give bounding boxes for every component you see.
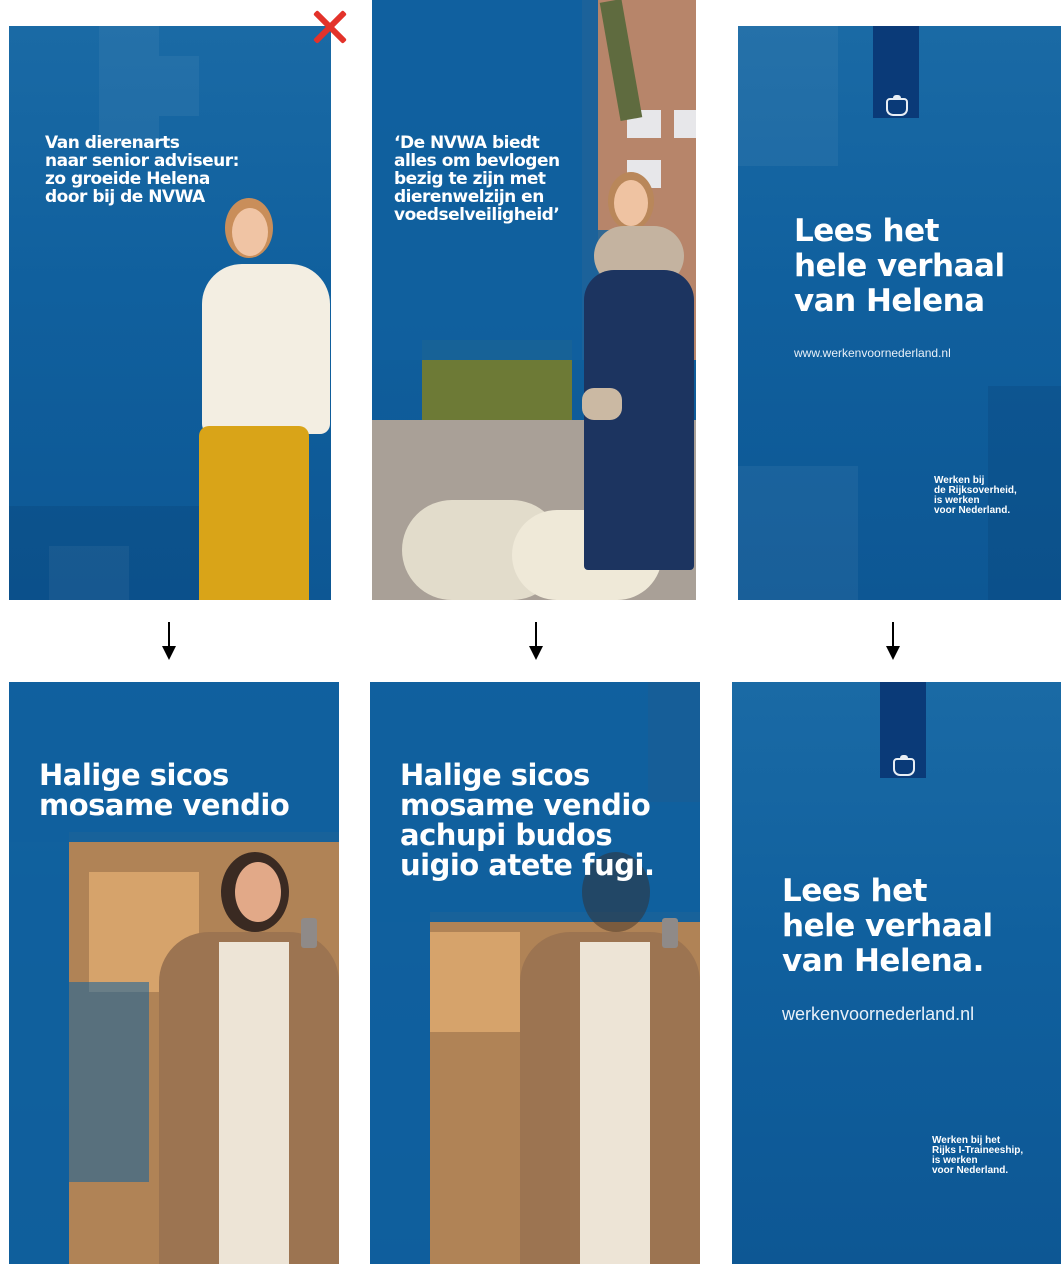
panel-4-placeholder-short: Halige sicos mosame vendio: [9, 682, 339, 1264]
rijks-crest-icon: [893, 755, 915, 776]
bg-block: [738, 466, 858, 600]
panel-1-nvwa-intro: Van dierenarts naar senior adviseur: zo …: [9, 26, 331, 600]
person-photo-blouse: [580, 942, 650, 1264]
person-photo-cuff: [582, 388, 622, 420]
panel-2-headline: ‘De NVWA biedt alles om bevlogen bezig t…: [394, 133, 560, 225]
bg-block: [159, 56, 199, 116]
person-photo-blouse: [219, 942, 289, 1264]
person-photo-phone: [662, 918, 678, 948]
reject-x-mark-icon: [310, 6, 350, 46]
photo-window: [674, 110, 696, 138]
person-photo-coat: [584, 270, 694, 570]
panel-3-tagline: Werken bij de Rijksoverheid, is werken v…: [934, 475, 1017, 516]
blue-overlay: [9, 842, 69, 1264]
person-photo-blouse: [202, 264, 330, 434]
arrow-down-icon: [156, 622, 182, 662]
panel-6-headline: Lees het hele verhaal van Helena.: [782, 873, 993, 979]
person-photo-face: [235, 862, 281, 922]
person-photo-trousers: [199, 426, 309, 600]
rijks-crest-icon: [886, 95, 908, 116]
blue-overlay: [370, 922, 430, 1264]
photo-window-glow: [430, 932, 520, 1032]
bg-block: [49, 546, 129, 600]
blue-overlay: [69, 982, 149, 1182]
panel-2-nvwa-quote: ‘De NVWA biedt alles om bevlogen bezig t…: [372, 0, 696, 600]
person-photo-phone: [301, 918, 317, 948]
panel-5-placeholder-long: Halige sicos mosame vendio achupi budos …: [370, 682, 700, 1264]
bg-block: [738, 26, 838, 166]
panel-5-headline: Halige sicos mosame vendio achupi budos …: [400, 758, 655, 882]
panel-3-url: www.werkenvoornederland.nl: [794, 346, 951, 360]
arrow-down-icon: [523, 622, 549, 662]
person-photo-face: [614, 180, 648, 226]
bg-block: [99, 26, 159, 146]
panel-6-tagline: Werken bij het Rijks I-Traineeship, is w…: [932, 1135, 1024, 1176]
panel-6-url: werkenvoornederland.nl: [782, 1004, 975, 1024]
arrow-down-icon: [880, 622, 906, 662]
panel-4-headline: Halige sicos mosame vendio: [39, 758, 290, 822]
panel-3-headline: Lees het hele verhaal van Helena: [794, 213, 1005, 319]
panel-6-read-story-traineeship: Lees het hele verhaal van Helena. werken…: [732, 682, 1061, 1264]
panel-1-headline: Van dierenarts naar senior adviseur: zo …: [45, 133, 239, 207]
panel-3-read-story: Lees het hele verhaal van Helena www.wer…: [738, 26, 1061, 600]
person-photo-face: [232, 208, 268, 256]
